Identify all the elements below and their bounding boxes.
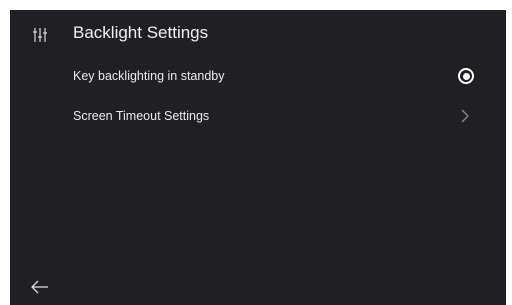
list-item-screen-timeout[interactable]: Screen Timeout Settings: [10, 96, 506, 136]
list-item-label: Key backlighting in standby: [73, 69, 225, 83]
radio-selected-dot: [462, 72, 470, 80]
equalizer-sliders-icon: [32, 27, 48, 43]
list-item-key-backlighting[interactable]: Key backlighting in standby: [10, 56, 506, 96]
page-title: Backlight Settings: [73, 23, 209, 42]
settings-screen: Backlight Settings Key backlighting in s…: [10, 10, 506, 305]
back-arrow-icon[interactable]: [30, 279, 50, 295]
key-backlighting-radio[interactable]: [458, 68, 474, 84]
chevron-right-icon: [460, 108, 470, 124]
list-item-label: Screen Timeout Settings: [73, 109, 210, 123]
